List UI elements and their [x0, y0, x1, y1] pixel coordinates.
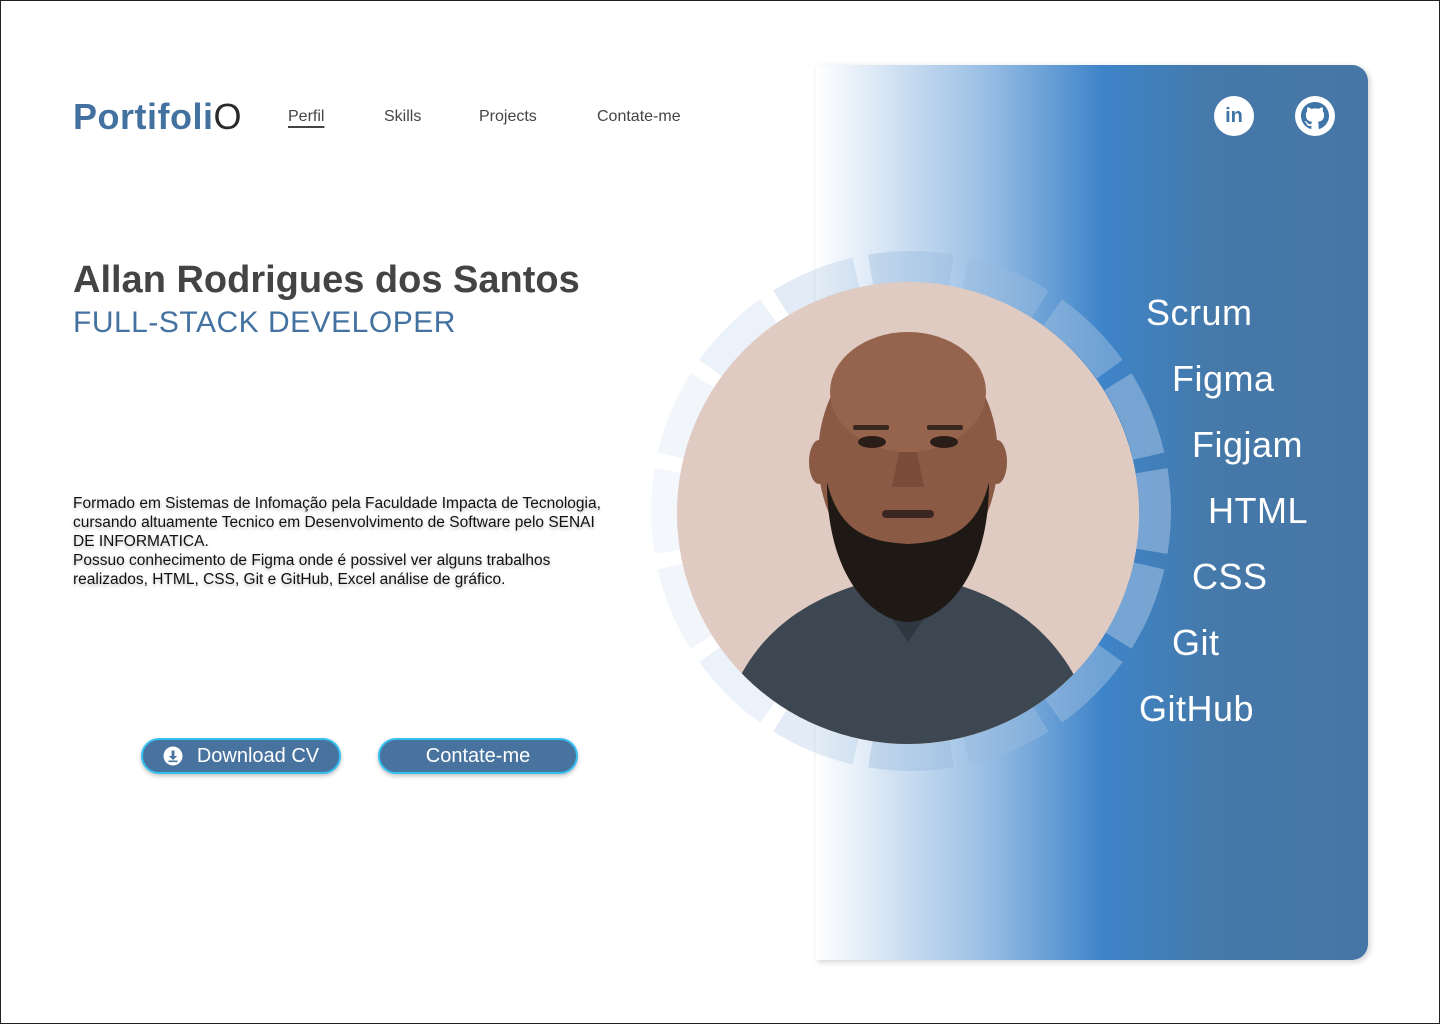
- skill-item: Scrum: [1146, 292, 1253, 333]
- logo[interactable]: PortifoliO: [73, 96, 242, 138]
- skill-item: GitHub: [1139, 688, 1255, 729]
- skill-item: CSS: [1192, 556, 1268, 597]
- nav-contate-me[interactable]: Contate-me: [597, 108, 681, 126]
- profile-role: FULL-STACK DEVELOPER: [73, 306, 456, 339]
- linkedin-label: in: [1225, 105, 1243, 127]
- profile-bio: Formado em Sistemas de Infomação pela Fa…: [73, 494, 613, 589]
- bio-paragraph-1: Formado em Sistemas de Infomação pela Fa…: [73, 495, 601, 550]
- profile-photo: [677, 282, 1139, 744]
- bio-paragraph-2: Possuo conhecimento de Figma onde é poss…: [73, 552, 551, 588]
- nav-projects[interactable]: Projects: [479, 108, 537, 126]
- download-cv-label: Download CV: [196, 744, 320, 767]
- download-icon: [163, 746, 183, 766]
- github-icon[interactable]: [1295, 96, 1335, 136]
- skill-item: Figjam: [1192, 424, 1304, 465]
- nav-perfil[interactable]: Perfil: [288, 108, 324, 126]
- ring-segment: [868, 251, 954, 287]
- nav-skills[interactable]: Skills: [384, 108, 421, 126]
- skill-item: Figma: [1172, 358, 1275, 399]
- profile-name: Allan Rodrigues dos Santos: [73, 259, 580, 301]
- skill-item: Git: [1172, 622, 1220, 663]
- contact-button[interactable]: Contate-me: [378, 738, 578, 774]
- logo-main: Portifoli: [73, 96, 214, 137]
- skill-item: HTML: [1208, 490, 1308, 531]
- download-cv-button[interactable]: Download CV: [141, 738, 341, 774]
- contact-button-label: Contate-me: [425, 744, 531, 767]
- logo-tail: O: [213, 96, 242, 137]
- page-frame: PortifoliO Perfil Skills Projects Contat…: [0, 0, 1440, 1024]
- linkedin-icon[interactable]: in: [1214, 96, 1254, 136]
- ring-segment: [1135, 468, 1171, 554]
